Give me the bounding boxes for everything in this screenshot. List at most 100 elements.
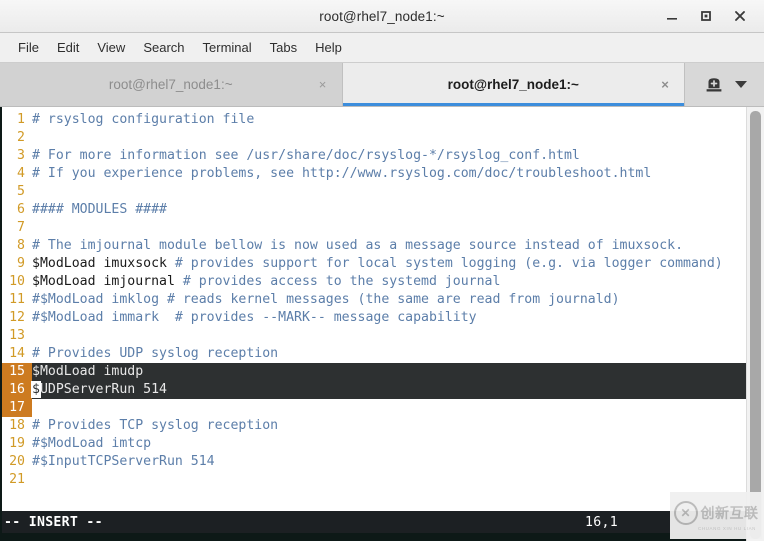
terminal-window: root@rhel7_node1:~ File Edit View Search… (0, 0, 764, 541)
new-terminal-tab-icon[interactable] (703, 74, 725, 96)
line-number: 19 (9, 436, 25, 451)
line-text: #### MODULES #### (32, 202, 167, 217)
watermark-text: 创新互联 (700, 504, 759, 521)
line-number: 2 (17, 130, 25, 145)
chevron-down-icon[interactable] (734, 81, 747, 88)
line-text: # If you experience problems, see http:/… (32, 166, 652, 181)
code-line: 18 # Provides TCP syslog reception (2, 417, 746, 435)
line-text: # Provides TCP syslog reception (32, 418, 279, 433)
window-title: root@rhel7_node1:~ (319, 8, 445, 24)
code-line: 6 #### MODULES #### (2, 201, 746, 219)
terminal-bottom-edge (2, 533, 746, 541)
line-number: 12 (9, 310, 25, 325)
tab-close-icon[interactable]: × (316, 78, 330, 92)
line-text: # rsyslog configuration file (32, 112, 255, 127)
line-number: 5 (17, 184, 25, 199)
line-text: $ModLoad imudp (32, 363, 746, 381)
code-line: 13 (2, 327, 746, 345)
line-text: # For more information see /usr/share/do… (32, 148, 580, 163)
line-number: 7 (17, 220, 25, 235)
watermark-row: ✕ 创新互联 (673, 500, 759, 525)
code-line: 1 # rsyslog configuration file (2, 111, 746, 129)
menu-bar: File Edit View Search Terminal Tabs Help (0, 33, 764, 63)
line-text: #$ModLoad imtcp (32, 436, 152, 451)
line-code: $ModLoad imjournal (32, 274, 183, 289)
vim-mode-indicator: -- INSERT -- (4, 514, 103, 530)
menu-item-help[interactable]: Help (306, 37, 351, 58)
tab-label: root@rhel7_node1:~ (108, 77, 233, 92)
code-line: 10 $ModLoad imjournal # provides access … (2, 273, 746, 291)
code-line: 9 $ModLoad imuxsock # provides support f… (2, 255, 746, 273)
line-text: $UDPServerRun 514 (31, 381, 746, 399)
line-number: 6 (17, 202, 25, 217)
line-text: # The imjournal module bellow is now use… (32, 238, 684, 253)
vertical-scrollbar[interactable] (746, 107, 764, 541)
menu-item-terminal[interactable]: Terminal (194, 37, 261, 58)
menu-item-edit[interactable]: Edit (48, 37, 88, 58)
minimize-button[interactable] (664, 8, 680, 24)
line-number: 17 (2, 399, 32, 417)
line-number: 11 (9, 292, 25, 307)
code-line: 20 #$InputTCPServerRun 514 (2, 453, 746, 471)
line-comment: # provides access to the systemd journal (182, 274, 501, 289)
code-line: 14 # Provides UDP syslog reception (2, 345, 746, 363)
line-number: 18 (9, 418, 25, 433)
maximize-button[interactable] (698, 8, 714, 24)
code-line: 11 #$ModLoad imklog # reads kernel messa… (2, 291, 746, 309)
window-controls (664, 8, 764, 24)
tab-active[interactable]: root@rhel7_node1:~ × (342, 63, 685, 106)
line-number: 4 (17, 166, 25, 181)
line-comment: # provides support for local system logg… (174, 256, 723, 271)
line-number: 3 (17, 148, 25, 163)
menu-item-tabs[interactable]: Tabs (261, 37, 306, 58)
line-number: 21 (9, 472, 25, 487)
cursor-position: 16,1 (585, 514, 618, 530)
line-number: 1 (17, 112, 25, 127)
tab-inactive[interactable]: root@rhel7_node1:~ × (0, 63, 343, 106)
line-text: #$InputTCPServerRun 514 (32, 454, 215, 469)
code-line: 4 # If you experience problems, see http… (2, 165, 746, 183)
code-line: 7 (2, 219, 746, 237)
line-number: 14 (9, 346, 25, 361)
watermark-circle-x-icon: ✕ (673, 500, 698, 525)
code-line-selected: 16 $UDPServerRun 514 (2, 381, 746, 399)
line-number: 13 (9, 328, 25, 343)
text-cursor: $ (31, 381, 41, 398)
code-line-selected: 15 $ModLoad imudp (2, 363, 746, 381)
tab-close-icon[interactable]: × (658, 78, 672, 92)
line-number: 20 (9, 454, 25, 469)
code-line: 5 (2, 183, 746, 201)
line-text: $ModLoad imuxsock # provides support for… (32, 255, 746, 273)
line-number: 9 (17, 256, 25, 271)
terminal-content: 1 # rsyslog configuration file 2 3 # For… (0, 107, 764, 541)
line-number: 16 (2, 381, 32, 399)
vim-status-bar: -- INSERT -- 16,1 (2, 511, 746, 533)
menu-item-view[interactable]: View (88, 37, 134, 58)
code-line: 3 # For more information see /usr/share/… (2, 147, 746, 165)
line-number: 15 (2, 363, 32, 381)
code-line: 19 #$ModLoad imtcp (2, 435, 746, 453)
line-text: $ModLoad imjournal # provides access to … (32, 273, 746, 291)
tab-bar: root@rhel7_node1:~ × root@rhel7_node1:~ … (0, 63, 764, 107)
code-line: 8 # The imjournal module bellow is now u… (2, 237, 746, 255)
line-code-rest: UDPServerRun 514 (39, 382, 167, 397)
code-line: 2 (2, 129, 746, 147)
line-number: 10 (9, 274, 25, 289)
watermark-subtext: CHUANG XIN HU LIAN (697, 525, 757, 531)
line-text: #$ModLoad immark # provides --MARK-- mes… (32, 310, 477, 325)
vim-buffer[interactable]: 1 # rsyslog configuration file 2 3 # For… (2, 107, 746, 511)
close-button[interactable] (732, 8, 748, 24)
title-bar: root@rhel7_node1:~ (0, 0, 764, 33)
tab-bar-actions (685, 63, 764, 106)
scrollbar-thumb[interactable] (750, 111, 761, 539)
line-code: $ModLoad imuxsock (32, 256, 175, 271)
editor-pane: 1 # rsyslog configuration file 2 3 # For… (2, 107, 746, 541)
code-line: 21 (2, 471, 746, 489)
line-text: #$ModLoad imklog # reads kernel messages… (32, 292, 620, 307)
menu-item-search[interactable]: Search (134, 37, 193, 58)
menu-item-file[interactable]: File (9, 37, 48, 58)
code-line-selected: 17 (2, 399, 746, 417)
code-line: 12 #$ModLoad immark # provides --MARK-- … (2, 309, 746, 327)
line-text: # Provides UDP syslog reception (32, 346, 279, 361)
tab-label: root@rhel7_node1:~ (447, 77, 579, 92)
